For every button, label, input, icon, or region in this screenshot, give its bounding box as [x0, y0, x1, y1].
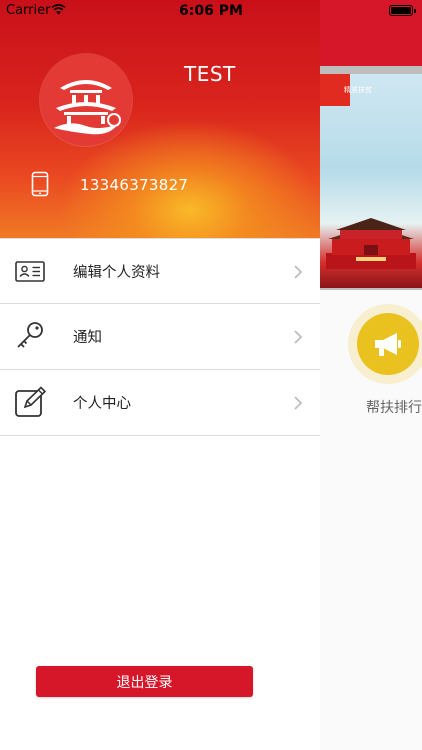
side-drawer: TEST 13346373827 Carrier 6:06 PM 编辑个人资料 …	[0, 0, 416, 750]
edit-icon	[15, 386, 46, 417]
phone-number: 13346373827	[80, 176, 189, 194]
megaphone-icon	[375, 333, 401, 356]
chevron-right-icon	[294, 265, 303, 279]
username: TEST	[184, 62, 236, 86]
clock: 6:06 PM	[179, 3, 243, 19]
rank-button[interactable]	[357, 313, 419, 375]
key-icon	[17, 322, 43, 348]
tiananmen-illustration	[326, 218, 416, 269]
app-logo-icon	[54, 80, 121, 135]
menu-label-notifications: 通知	[73, 330, 102, 346]
banner-image: 精准扶贫	[320, 74, 422, 288]
battery-icon	[389, 5, 416, 16]
menu-item-personal-center[interactable]: 个人中心	[0, 370, 320, 436]
menu-item-notifications[interactable]: 通知	[0, 304, 320, 370]
profile-header: TEST 13346373827	[0, 0, 320, 238]
chevron-right-icon	[294, 330, 303, 344]
rank-label: 帮扶排行	[366, 400, 422, 416]
banner-carousel[interactable]: 精准扶贫	[320, 66, 422, 290]
menu-item-edit-profile[interactable]: 编辑个人资料	[0, 238, 320, 304]
phone-icon	[31, 171, 49, 197]
menu-label-edit-profile: 编辑个人资料	[73, 265, 160, 281]
chevron-right-icon	[294, 396, 303, 410]
banner-text: 精准扶贫	[344, 86, 372, 94]
avatar[interactable]	[40, 54, 132, 146]
logout-button[interactable]: 退出登录	[36, 666, 253, 697]
status-bar: Carrier 6:06 PM	[0, 0, 422, 22]
id-card-icon	[15, 261, 45, 282]
menu-label-personal-center: 个人中心	[73, 396, 131, 412]
